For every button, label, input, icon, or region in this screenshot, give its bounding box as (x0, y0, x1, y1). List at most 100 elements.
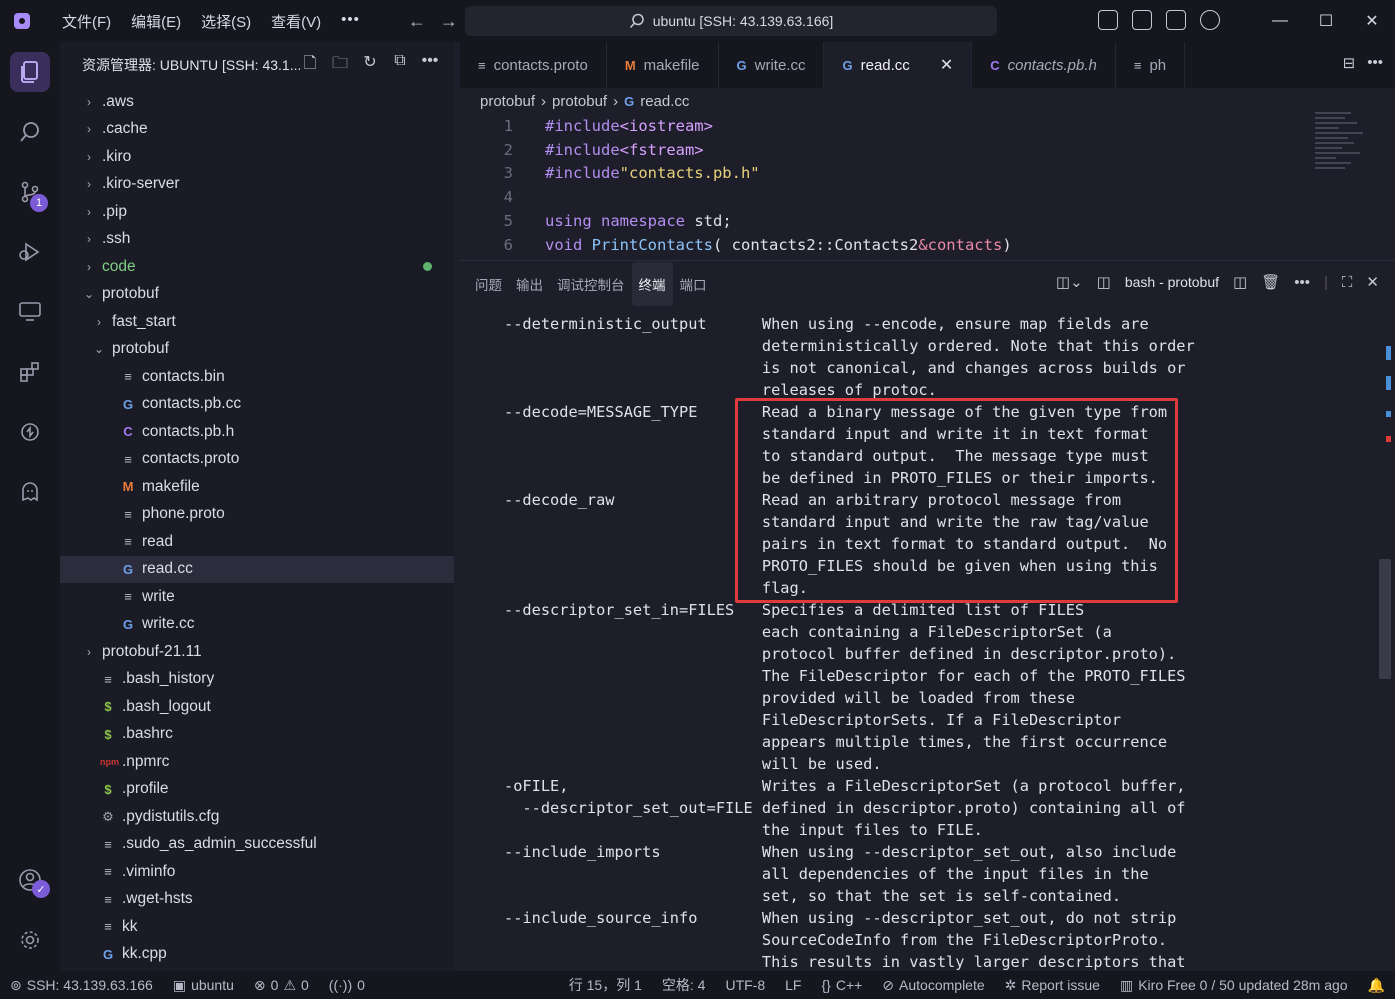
new-file-icon[interactable]: 🗋 (300, 52, 320, 79)
customize-layout-icon[interactable] (1098, 10, 1118, 30)
tree-item[interactable]: $ .bash_logout (60, 693, 454, 721)
menu-more-button[interactable]: ••• (331, 11, 370, 32)
collapse-all-icon[interactable]: ⧉ (390, 52, 410, 79)
back-arrow-icon[interactable]: ← (408, 11, 426, 32)
tree-item[interactable]: Gwrite.cc (60, 611, 454, 639)
toggle-sidebar-icon[interactable] (1132, 10, 1152, 30)
tab-problems[interactable]: 问题 (468, 262, 509, 306)
editor-tab[interactable]: ≡ ph (1116, 42, 1186, 88)
tree-item[interactable]: ≡ .bash_history (60, 666, 454, 694)
remote-indicator[interactable]: ⊚ SSH: 43.139.63.166 (0, 977, 163, 994)
tree-item[interactable]: ≡ phone.proto (60, 501, 454, 529)
tree-item[interactable]: ≡ kk (60, 913, 454, 941)
tree-item[interactable]: ≡ .viminfo (60, 858, 454, 886)
tree-item[interactable]: › .ssh (60, 226, 454, 254)
indentation[interactable]: 空格: 4 (652, 975, 716, 995)
tree-item[interactable]: › .kiro-server (60, 171, 454, 199)
tree-item[interactable]: $ .profile (60, 776, 454, 804)
tree-item[interactable]: ≡ .wget-hsts (60, 886, 454, 914)
cursor-position[interactable]: 行 15，列 1 (559, 975, 652, 995)
tree-item[interactable]: Gkk.cpp (60, 941, 454, 969)
minimap[interactable] (1315, 112, 1375, 232)
tree-item[interactable]: Mmakefile (60, 473, 454, 501)
breadcrumb-item[interactable]: read.cc (640, 93, 689, 110)
menu-file[interactable]: 文件(F) (52, 11, 121, 32)
layout-dropdown-icon[interactable]: ◫⌄ (1056, 273, 1083, 291)
explorer-icon[interactable] (10, 52, 50, 92)
tab-ports[interactable]: 端口 (673, 262, 714, 306)
tab-output[interactable]: 输出 (509, 262, 550, 306)
editor-tab[interactable]: Gread.cc ✕ (824, 42, 973, 88)
kiro-ghost-icon[interactable] (10, 472, 50, 512)
tree-item[interactable]: $ .bashrc (60, 721, 454, 749)
editor-tab[interactable]: Ccontacts.pb.h (972, 42, 1116, 88)
tree-item[interactable]: › .aws (60, 88, 454, 116)
tree-item[interactable]: ≡ read (60, 528, 454, 556)
breadcrumb-item[interactable]: protobuf (552, 93, 607, 110)
more-actions-icon[interactable]: ••• (420, 52, 440, 79)
toggle-panel-icon[interactable] (1166, 10, 1186, 30)
tree-item[interactable]: ≡ write (60, 583, 454, 611)
command-center-search[interactable]: ubuntu [SSH: 43.139.63.166] (465, 6, 997, 36)
close-tab-icon[interactable]: ✕ (940, 55, 953, 75)
remote-explorer-icon[interactable] (10, 292, 50, 332)
tab-terminal[interactable]: 终端 (631, 262, 673, 306)
refresh-icon[interactable]: ↻ (360, 52, 380, 79)
menu-view[interactable]: 查看(V) (261, 11, 331, 32)
tree-item[interactable]: › .pip (60, 198, 454, 226)
forward-arrow-icon[interactable]: → (440, 11, 458, 32)
plan-usage[interactable]: ▥ Kiro Free 0 / 50 updated 28m ago (1110, 977, 1358, 994)
close-window-icon[interactable]: ✕ (1349, 11, 1395, 31)
kill-terminal-icon[interactable]: 🗑 (1261, 273, 1280, 291)
terminal-output[interactable]: --deterministic_output When using --enco… (504, 313, 1195, 973)
ports-indicator[interactable]: ((·)) 0 (319, 977, 375, 993)
encoding[interactable]: UTF-8 (715, 977, 775, 993)
menu-edit[interactable]: 编辑(E) (121, 11, 191, 32)
editor-tab[interactable]: ≡ contacts.proto (460, 42, 607, 88)
tree-item[interactable]: ≡ contacts.proto (60, 446, 454, 474)
tree-item[interactable]: › fast_start (60, 308, 454, 336)
tree-item[interactable]: ⌄ protobuf (60, 281, 454, 309)
code-editor[interactable]: 1 #include<iostream> 2 #include<fstream> 3… (460, 114, 1395, 257)
run-debug-icon[interactable] (10, 232, 50, 272)
menu-select[interactable]: 选择(S) (191, 11, 261, 32)
tab-debug-console[interactable]: 调试控制台 (550, 262, 632, 306)
breadcrumb-item[interactable]: protobuf (480, 93, 535, 110)
tree-item[interactable]: Gread.cc (60, 555, 454, 583)
problems-indicator[interactable]: ⊗ 0 ⚠ 0 (244, 977, 319, 994)
split-editor-icon[interactable]: ⊟ (1343, 54, 1356, 72)
chat-icon[interactable] (1200, 10, 1220, 30)
editor-more-icon[interactable]: ••• (1367, 54, 1383, 72)
tree-item[interactable]: Ccontacts.pb.h (60, 418, 454, 446)
settings-gear-icon[interactable] (10, 920, 50, 960)
tree-item[interactable]: ≡ .sudo_as_admin_successful (60, 831, 454, 859)
tree-item[interactable]: Gcontacts.pb.cc (60, 391, 454, 419)
panel-more-icon[interactable]: ••• (1294, 274, 1310, 291)
search-icon[interactable] (10, 112, 50, 152)
tree-item[interactable]: ⚙ .pydistutils.cfg (60, 803, 454, 831)
report-issue[interactable]: ✲ Report issue (995, 977, 1110, 994)
editor-tab[interactable]: Mmakefile (607, 42, 719, 88)
tree-item[interactable]: ≡ contacts.bin (60, 363, 454, 391)
new-folder-icon[interactable]: 🗀 (330, 52, 350, 79)
folder-indicator[interactable]: ▣ ubuntu (163, 977, 244, 994)
maximize-icon[interactable]: ☐ (1303, 11, 1349, 31)
split-terminal-icon[interactable]: ◫ (1233, 273, 1247, 291)
tree-item[interactable]: › code (60, 253, 454, 281)
tree-item[interactable]: ⌄ protobuf (60, 336, 454, 364)
tree-item[interactable]: › protobuf-21.11 (60, 638, 454, 666)
autocomplete-indicator[interactable]: ⊘ Autocomplete (872, 977, 994, 994)
end-of-line[interactable]: LF (775, 977, 811, 993)
maximize-panel-icon[interactable]: ⛶ (1342, 274, 1353, 291)
language-mode[interactable]: {} C++ (811, 977, 872, 993)
tree-item[interactable]: › .cache (60, 116, 454, 144)
extensions-icon[interactable] (10, 352, 50, 392)
kiro-agent-icon[interactable] (10, 412, 50, 452)
editor-tab[interactable]: Gwrite.cc (719, 42, 825, 88)
notifications-bell-icon[interactable]: 🔔 (1358, 977, 1395, 994)
terminal-scrollbar[interactable] (1379, 559, 1391, 679)
terminal-name[interactable]: bash - protobuf (1125, 274, 1219, 290)
close-panel-icon[interactable]: ✕ (1366, 273, 1379, 291)
minimize-icon[interactable]: — (1257, 12, 1303, 30)
tree-item[interactable]: › .kiro (60, 143, 454, 171)
